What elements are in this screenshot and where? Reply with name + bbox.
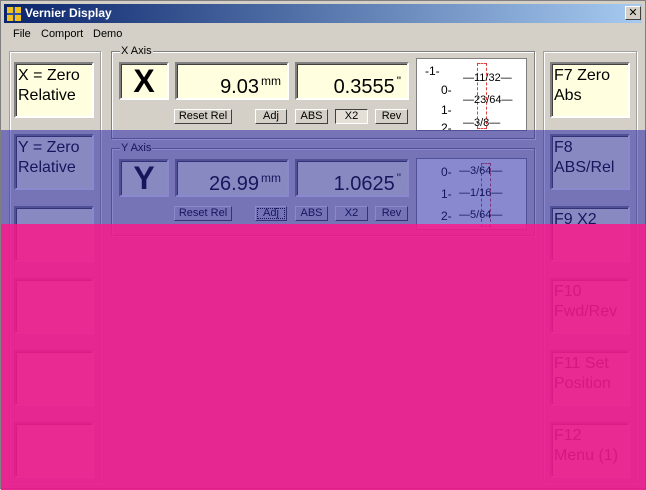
y-mm-readout: 26.99 mm xyxy=(175,159,289,197)
y-rev-button[interactable]: Rev xyxy=(375,206,408,221)
y-scale-tick: 0- xyxy=(441,165,452,179)
y-x2-button[interactable]: X2 xyxy=(335,206,368,221)
x-axis-group-label: X Axis xyxy=(120,45,153,57)
x-adj-button[interactable]: Adj xyxy=(255,109,287,124)
x-axis-letter: X xyxy=(119,62,169,100)
x-mm-unit: mm xyxy=(261,74,281,88)
y-inch-readout: 1.0625 " xyxy=(295,159,409,197)
x-scale-tick: 0- xyxy=(441,83,452,97)
x-scale-fraction: —11/32— xyxy=(463,72,512,84)
y-scale-fraction: —3/64— xyxy=(459,165,503,177)
x-x2-button[interactable]: X2 xyxy=(335,109,368,124)
left-key-panel xyxy=(9,51,101,483)
x-inch-readout: 0.3555 " xyxy=(295,62,409,100)
x-inch-unit: " xyxy=(396,74,401,88)
x-reset-rel-button[interactable]: Reset Rel xyxy=(174,109,232,124)
y-inch-unit: " xyxy=(396,171,401,185)
x-abs-button[interactable]: ABS xyxy=(295,109,328,124)
x-scale-tick: -1- xyxy=(425,64,440,78)
menu-demo[interactable]: Demo xyxy=(93,28,122,40)
y-vernier-scale: 0- 1- 2- —3/64— —1/16— —5/64— xyxy=(416,158,527,230)
y-scale-tick: 1- xyxy=(441,187,452,201)
close-button[interactable]: ✕ xyxy=(625,6,641,20)
y-inch-value: 1.0625 xyxy=(333,173,395,195)
y-scale-fraction: —1/16— xyxy=(459,187,503,199)
y-axis-group-label: Y Axis xyxy=(120,142,153,154)
x-mm-value: 9.03 xyxy=(220,76,259,98)
x-rev-button[interactable]: Rev xyxy=(375,109,408,124)
menu-bar: File Comport Demo xyxy=(4,25,642,43)
y-abs-button[interactable]: ABS xyxy=(295,206,328,221)
x-mm-readout: 9.03 mm xyxy=(175,62,289,100)
y-adj-button[interactable]: Adj xyxy=(255,206,287,221)
app-icon xyxy=(7,7,21,21)
x-vernier-scale: -1- 0- 1- 2- —11/32— —23/64— —3/8— xyxy=(416,58,527,131)
x-scale-fraction: —23/64— xyxy=(463,94,513,106)
x-scale-fraction: —3/8— xyxy=(463,117,501,129)
x-inch-value: 0.3555 xyxy=(333,76,395,98)
y-scale-fraction: —5/64— xyxy=(459,209,503,221)
app-window: Vernier Display ✕ File Comport Demo X = … xyxy=(0,0,646,490)
y-axis-letter: Y xyxy=(119,159,169,197)
x-scale-tick: 1- xyxy=(441,103,452,117)
y-mm-unit: mm xyxy=(261,171,281,185)
menu-file[interactable]: File xyxy=(13,28,31,40)
y-reset-rel-button[interactable]: Reset Rel xyxy=(174,206,232,221)
right-key-panel xyxy=(543,51,637,483)
x-scale-tick: 2- xyxy=(441,121,452,131)
title-bar: Vernier Display ✕ xyxy=(4,4,642,23)
window-title: Vernier Display xyxy=(25,6,112,20)
menu-comport[interactable]: Comport xyxy=(41,28,83,40)
y-scale-tick: 2- xyxy=(441,209,452,223)
y-mm-value: 26.99 xyxy=(208,173,259,195)
